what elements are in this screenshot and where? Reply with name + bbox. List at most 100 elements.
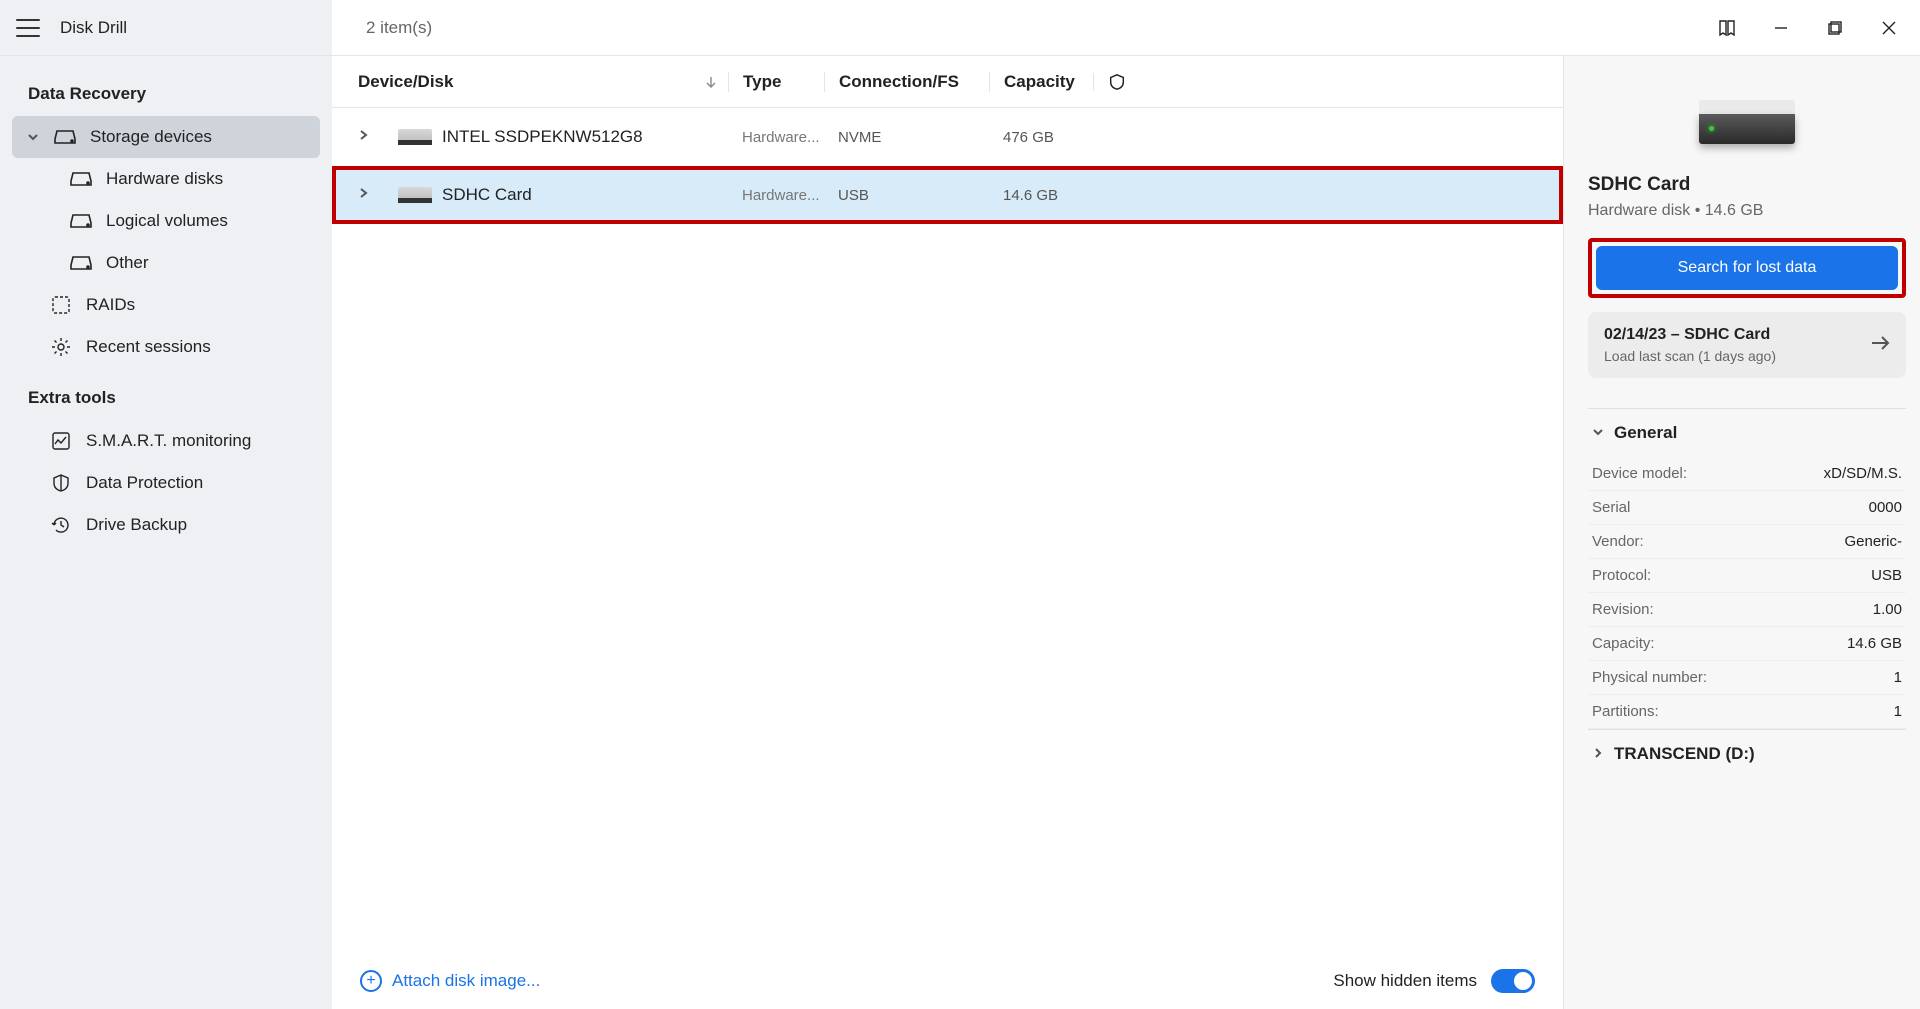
device-type: Hardware...	[728, 129, 824, 146]
device-name: INTEL SSDPEKNW512G8	[442, 127, 643, 147]
sidebar-item-label: Drive Backup	[86, 515, 187, 535]
sidebar-item-hardware-disks[interactable]: Hardware disks	[12, 158, 320, 200]
sidebar-item-label: Data Protection	[86, 473, 203, 493]
center-footer: + Attach disk image... Show hidden items	[332, 953, 1563, 1009]
show-hidden-label: Show hidden items	[1333, 971, 1477, 991]
shield-icon	[1108, 73, 1126, 91]
arrow-right-icon	[1870, 335, 1890, 356]
chevron-right-icon[interactable]	[358, 186, 370, 204]
plus-circle-icon: +	[360, 970, 382, 992]
gear-icon	[50, 336, 72, 358]
sidebar-item-drive-backup[interactable]: Drive Backup	[12, 504, 320, 546]
sidebar-item-smart[interactable]: S.M.A.R.T. monitoring	[12, 420, 320, 462]
main: Data Recovery Storage devices Hardware d…	[0, 56, 1920, 1009]
last-scan-subtitle: Load last scan (1 days ago)	[1604, 348, 1776, 364]
property-value: 1.00	[1873, 601, 1902, 618]
item-count: 2 item(s)	[366, 18, 432, 38]
device-connection: NVME	[824, 129, 989, 146]
menu-icon[interactable]	[16, 19, 40, 37]
sidebar-item-label: RAIDs	[86, 295, 135, 315]
col-connection[interactable]: Connection/FS	[824, 72, 989, 92]
titlebar-left: Disk Drill	[0, 0, 332, 55]
chart-icon	[50, 430, 72, 452]
drive-icon	[70, 252, 92, 274]
sidebar-item-recent-sessions[interactable]: Recent sessions	[12, 326, 320, 368]
sidebar-item-label: Hardware disks	[106, 169, 223, 189]
search-button-highlight: Search for lost data	[1588, 238, 1906, 298]
sidebar-item-storage-devices[interactable]: Storage devices	[12, 116, 320, 158]
sidebar-item-label: Logical volumes	[106, 211, 228, 231]
property-row: Serial 0000	[1588, 491, 1906, 525]
property-key: Protocol:	[1592, 567, 1651, 584]
property-row: Physical number: 1	[1588, 661, 1906, 695]
device-connection: USB	[824, 187, 989, 204]
property-row: Partitions: 1	[1588, 695, 1906, 729]
properties-list: Device model: xD/SD/M.S. Serial 0000 Vendor:…	[1588, 457, 1906, 729]
search-for-lost-data-button[interactable]: Search for lost data	[1596, 246, 1898, 290]
section-data-recovery: Data Recovery	[12, 76, 320, 116]
drive-icon	[54, 126, 76, 148]
sidebar-item-label: S.M.A.R.T. monitoring	[86, 431, 251, 451]
sidebar-item-label: Other	[106, 253, 149, 273]
device-name: SDHC Card	[442, 185, 532, 205]
device-capacity: 14.6 GB	[989, 187, 1093, 204]
device-row-sdhc[interactable]: SDHC Card Hardware... USB 14.6 GB	[332, 166, 1563, 224]
chevron-right-icon[interactable]	[358, 128, 370, 146]
section-extra-tools: Extra tools	[12, 380, 320, 420]
titlebar-mid: 2 item(s)	[332, 18, 1704, 38]
col-type[interactable]: Type	[728, 72, 824, 92]
property-row: Protocol: USB	[1588, 559, 1906, 593]
show-hidden-toggle-wrap: Show hidden items	[1333, 969, 1535, 993]
sidebar-item-label: Storage devices	[90, 127, 212, 147]
property-key: Capacity:	[1592, 635, 1655, 652]
property-value: Generic-	[1844, 533, 1902, 550]
close-button[interactable]	[1866, 8, 1912, 48]
col-device[interactable]: Device/Disk	[358, 72, 728, 92]
property-key: Partitions:	[1592, 703, 1659, 720]
sidebar-item-raids[interactable]: RAIDs	[12, 284, 320, 326]
drive-image	[1699, 100, 1795, 144]
property-key: Revision:	[1592, 601, 1654, 618]
property-value: USB	[1871, 567, 1902, 584]
details-subtitle: Hardware disk • 14.6 GB	[1588, 202, 1906, 220]
device-type: Hardware...	[728, 187, 824, 204]
device-row-intel[interactable]: INTEL SSDPEKNW512G8 Hardware... NVME 476…	[332, 108, 1563, 166]
property-value: xD/SD/M.S.	[1824, 465, 1902, 482]
last-scan-card[interactable]: 02/14/23 – SDHC Card Load last scan (1 d…	[1588, 312, 1906, 378]
sidebar-item-logical-volumes[interactable]: Logical volumes	[12, 200, 320, 242]
chevron-right-icon	[1592, 744, 1604, 764]
property-key: Physical number:	[1592, 669, 1707, 686]
app-title: Disk Drill	[60, 18, 127, 38]
sidebar-item-data-protection[interactable]: Data Protection	[12, 462, 320, 504]
attach-disk-image-button[interactable]: + Attach disk image...	[360, 970, 540, 992]
partition-section-header[interactable]: TRANSCEND (D:)	[1588, 729, 1906, 778]
disk-icon	[398, 129, 432, 145]
property-row: Vendor: Generic-	[1588, 525, 1906, 559]
raid-icon	[50, 294, 72, 316]
col-protection[interactable]	[1093, 73, 1126, 91]
maximize-button[interactable]	[1812, 8, 1858, 48]
property-row: Device model: xD/SD/M.S.	[1588, 457, 1906, 491]
drive-icon	[70, 210, 92, 232]
bookmark-icon[interactable]	[1704, 8, 1750, 48]
table-header: Device/Disk Type Connection/FS Capacity	[332, 56, 1563, 108]
general-section-header[interactable]: General	[1588, 408, 1906, 457]
chevron-down-icon	[1592, 423, 1604, 443]
titlebar: Disk Drill 2 item(s)	[0, 0, 1920, 56]
col-capacity[interactable]: Capacity	[989, 72, 1093, 92]
history-icon	[50, 514, 72, 536]
property-key: Vendor:	[1592, 533, 1644, 550]
device-list-panel: Device/Disk Type Connection/FS Capacity …	[332, 56, 1564, 1009]
minimize-button[interactable]	[1758, 8, 1804, 48]
property-value: 1	[1894, 703, 1902, 720]
property-key: Serial	[1592, 499, 1630, 516]
show-hidden-toggle[interactable]	[1491, 969, 1535, 993]
property-value: 1	[1894, 669, 1902, 686]
sidebar-item-other[interactable]: Other	[12, 242, 320, 284]
property-value: 14.6 GB	[1847, 635, 1902, 652]
shield-icon	[50, 472, 72, 494]
property-key: Device model:	[1592, 465, 1687, 482]
property-row: Capacity: 14.6 GB	[1588, 627, 1906, 661]
property-row: Revision: 1.00	[1588, 593, 1906, 627]
property-value: 0000	[1869, 499, 1902, 516]
